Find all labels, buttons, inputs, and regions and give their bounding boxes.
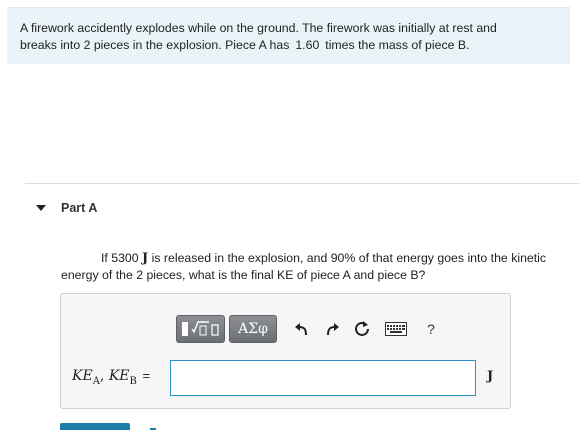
question-text: If 5300 J is released in the explosion, … bbox=[61, 250, 576, 284]
question-prefix: If 5300 bbox=[101, 251, 139, 265]
answer-label: KEA, KEB = bbox=[72, 368, 150, 387]
templates-icon bbox=[181, 321, 219, 336]
part-title: Part A bbox=[61, 201, 98, 215]
answer-sub-1: A bbox=[92, 375, 100, 387]
redo-button[interactable] bbox=[319, 316, 345, 342]
problem-line-2: breaks into 2 pieces in the explosion. P… bbox=[20, 37, 570, 54]
answer-input[interactable] bbox=[170, 360, 476, 396]
templates-button[interactable] bbox=[176, 315, 225, 343]
answer-separator: , bbox=[99, 368, 109, 384]
problem-statement: A firework accidently explodes while on … bbox=[7, 7, 570, 64]
problem-line-2-suffix: times the mass of piece B. bbox=[325, 38, 470, 52]
reset-icon bbox=[355, 321, 369, 336]
redo-icon bbox=[327, 323, 339, 336]
answer-var-2: KE bbox=[108, 368, 130, 384]
answer-var-1: KE bbox=[72, 368, 93, 384]
keyboard-icon bbox=[385, 322, 407, 336]
part-a-header[interactable]: Part A bbox=[36, 200, 97, 216]
answer-sub-2: B bbox=[129, 375, 137, 387]
collapse-caret-icon[interactable] bbox=[36, 205, 46, 211]
undo-button[interactable] bbox=[289, 316, 315, 342]
mass-ratio-value: 1.60 bbox=[295, 38, 320, 52]
answer-unit: J bbox=[487, 369, 494, 384]
reset-button[interactable] bbox=[349, 316, 375, 342]
symbols-button[interactable]: ΑΣφ bbox=[229, 315, 277, 343]
problem-line-2-prefix: breaks into 2 pieces in the explosion. P… bbox=[20, 38, 290, 52]
help-icon[interactable]: ? bbox=[421, 316, 441, 342]
answer-equals: = bbox=[138, 368, 151, 383]
keyboard-button[interactable] bbox=[383, 316, 409, 342]
undo-icon bbox=[295, 323, 307, 336]
energy-unit: J bbox=[142, 251, 149, 266]
math-toolbar: ΑΣφ ? bbox=[176, 314, 441, 344]
submit-button[interactable] bbox=[60, 423, 130, 430]
part-divider bbox=[25, 183, 579, 184]
request-answer-link[interactable] bbox=[150, 424, 210, 430]
problem-line-1: A firework accidently explodes while on … bbox=[20, 21, 497, 35]
